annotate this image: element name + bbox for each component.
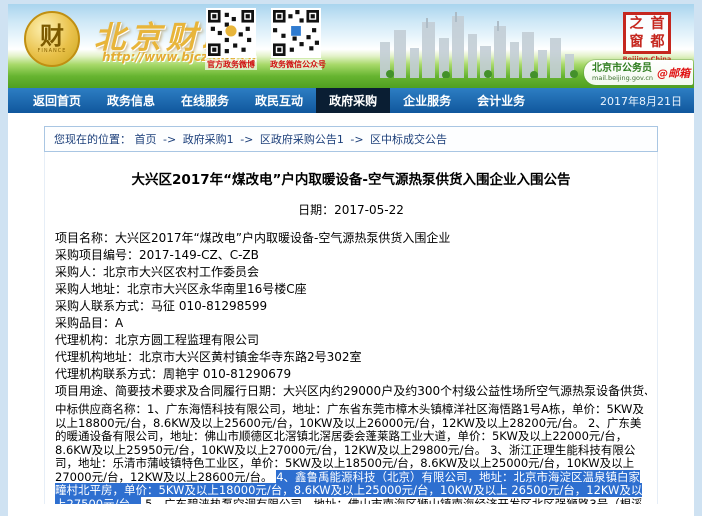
breadcrumb-district-notices[interactable]: 区政府采购公告1	[260, 133, 344, 146]
field-label: 采购人：	[55, 265, 103, 279]
browser-viewport: 财 FINANCE 北京财政 http://www.bjcz.gov.cn	[0, 0, 702, 516]
field-row: 代理机构：北京方圆工程监理有限公司	[55, 332, 647, 349]
site-banner: 财 FINANCE 北京财政 http://www.bjcz.gov.cn	[8, 4, 694, 88]
weibo-qr-block: 官方政务微博	[205, 8, 257, 70]
city-skyline-illustration	[376, 12, 591, 78]
nav-item-online-service[interactable]: 在线服务	[168, 88, 242, 113]
content-area: 您现在的位置： 首页 -> 政府采购1 -> 区政府采购公告1 -> 区中标成交…	[8, 126, 694, 504]
capital-window-seal[interactable]: 之 首 窗 都 Beijing-China	[618, 12, 676, 63]
field-row: 项目名称：大兴区2017年“煤改电”户内取暖设备-空气源热泵供货入围企业	[55, 230, 647, 247]
field-label: 采购人地址：	[55, 282, 127, 296]
announcement-article: 大兴区2017年“煤改电”户内取暖设备-空气源热泵供货入围企业入围公告 日期：2…	[44, 152, 658, 504]
mail-badge-title: 北京市公务员	[592, 63, 653, 74]
field-label: 代理机构地址：	[55, 350, 139, 364]
current-date: 2017年8月21日	[600, 88, 682, 113]
breadcrumb-separator: ->	[237, 133, 256, 146]
field-value: 大兴区内约29000户及约300个村级公益性场所空气源热泵设备供货、安装及售后服…	[283, 384, 647, 398]
main-navigation: 返回首页 政务信息 在线服务 政民互动 政府采购 企业服务 会计业务 2017年…	[8, 88, 694, 113]
finance-coin-icon[interactable]: 财 FINANCE	[24, 11, 80, 67]
field-row: 代理机构联系方式：周艳宇 010-81290679	[55, 366, 647, 383]
field-value: A	[115, 316, 123, 330]
winning-suppliers-paragraph: 中标供应商名称：1、广东海悟科技有限公司，地址：广东省东莞市樟木头镇樟洋社区海悟…	[55, 403, 647, 504]
field-label: 代理机构联系方式：	[55, 367, 163, 381]
wechat-qr-label: 政务微信公众号	[270, 59, 322, 70]
wechat-qr-block: 政务微信公众号	[270, 8, 322, 70]
civil-servant-mail-badge[interactable]: 北京市公务员 mail.beijing.gov.cn @邮箱	[584, 60, 693, 85]
field-label: 项目名称：	[55, 231, 115, 245]
field-row: 代理机构地址：北京市大兴区黄村镇金华寺东路2号302室	[55, 349, 647, 366]
field-label: 采购品目：	[55, 316, 115, 330]
field-row: 采购人：北京市大兴区农村工作委员会	[55, 264, 647, 281]
weibo-qr-code-icon	[206, 8, 256, 58]
field-label: 采购项目编号：	[55, 248, 139, 262]
nav-item-procurement[interactable]: 政府采购	[316, 88, 390, 113]
breadcrumb-separator: ->	[347, 133, 366, 146]
announcement-fields: 项目名称：大兴区2017年“煤改电”户内取暖设备-空气源热泵供货入围企业 采购项…	[55, 230, 647, 400]
field-row: 项目用途、简要技术要求及合同履行日期：大兴区内约29000户及约300个村级公益…	[55, 383, 647, 400]
field-value: 周艳宇 010-81290679	[163, 367, 291, 381]
field-value: 2017-149-CZ、C-ZB	[139, 248, 259, 262]
field-label: 项目用途、简要技术要求及合同履行日期：	[55, 384, 283, 398]
coin-glyph: 财	[40, 24, 64, 48]
field-row: 采购品目：A	[55, 315, 647, 332]
field-value: 北京方圆工程监理有限公司	[115, 333, 259, 347]
field-label: 采购人联系方式：	[55, 299, 151, 313]
nav-item-enterprise[interactable]: 企业服务	[390, 88, 464, 113]
seal-char: 首	[647, 17, 668, 31]
suppliers-label: 中标供应商名称：	[55, 402, 147, 416]
nav-item-interaction[interactable]: 政民互动	[242, 88, 316, 113]
field-row: 采购人联系方式：马征 010-81298599	[55, 298, 647, 315]
nav-item-accounting[interactable]: 会计业务	[464, 88, 538, 113]
field-value: 大兴区2017年“煤改电”户内取暖设备-空气源热泵供货入围企业	[115, 231, 450, 245]
field-label: 代理机构：	[55, 333, 115, 347]
field-value: 北京市大兴区农村工作委员会	[103, 265, 259, 279]
mail-badge-url: mail.beijing.gov.cn	[592, 74, 653, 82]
field-value: 北京市大兴区永华南里16号楼C座	[127, 282, 307, 296]
breadcrumb-home[interactable]: 首页	[135, 133, 157, 146]
field-row: 采购人地址：北京市大兴区永华南里16号楼C座	[55, 281, 647, 298]
nav-item-gov-info[interactable]: 政务信息	[94, 88, 168, 113]
breadcrumb-separator: ->	[160, 133, 179, 146]
seal-char: 窗	[626, 35, 647, 49]
breadcrumb-procurement[interactable]: 政府采购1	[183, 133, 234, 146]
email-icon: @邮箱	[657, 65, 690, 81]
field-row: 采购项目编号：2017-149-CZ、C-ZB	[55, 247, 647, 264]
coin-caption: FINANCE	[38, 48, 67, 54]
breadcrumb: 您现在的位置： 首页 -> 政府采购1 -> 区政府采购公告1 -> 区中标成交…	[44, 126, 658, 152]
announcement-date: 日期：2017-05-22	[55, 201, 647, 218]
field-value: 北京市大兴区黄村镇金华寺东路2号302室	[139, 350, 362, 364]
breadcrumb-prefix: 您现在的位置：	[54, 133, 131, 146]
weibo-qr-label: 官方政务微博	[205, 59, 257, 70]
seal-char: 之	[626, 17, 647, 31]
breadcrumb-award-notices[interactable]: 区中标成交公告	[370, 133, 447, 146]
announcement-title: 大兴区2017年“煤改电”户内取暖设备-空气源热泵供货入围企业入围公告	[55, 168, 647, 188]
suppliers-text-after-selection: 5、广东碧涞热泵空调有限公司，地址：佛山市南海区狮山镇南海经济开发区北区强狮路3…	[55, 497, 646, 505]
field-value: 马征 010-81298599	[151, 299, 267, 313]
seal-char: 都	[647, 35, 668, 49]
wechat-qr-code-icon	[271, 8, 321, 58]
capital-window-seal-icon: 之 首 窗 都	[623, 12, 671, 54]
page: 财 FINANCE 北京财政 http://www.bjcz.gov.cn	[8, 4, 694, 516]
nav-item-home[interactable]: 返回首页	[20, 88, 94, 113]
